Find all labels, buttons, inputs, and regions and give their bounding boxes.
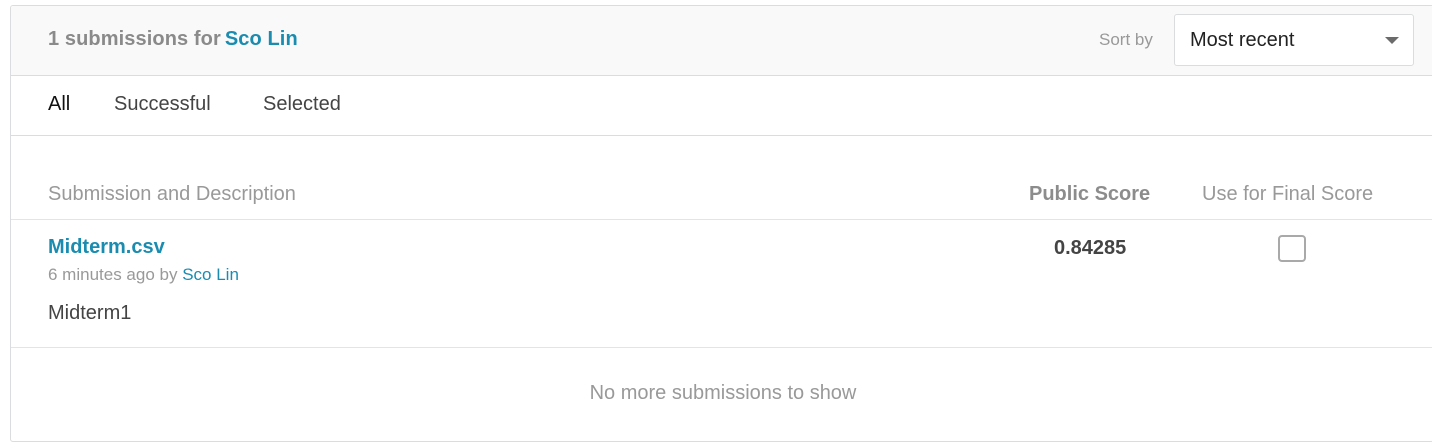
sort-label: Sort by xyxy=(1099,30,1153,49)
submission-time: 6 minutes ago by xyxy=(48,265,178,284)
submissions-panel: 1 submissions for Sco Lin Sort by Most re… xyxy=(10,5,1432,442)
sort-select-value: Most recent xyxy=(1190,29,1295,51)
tab-successful[interactable]: Successful xyxy=(114,93,211,116)
panel-header: 1 submissions for Sco Lin Sort by Most re… xyxy=(11,6,1432,76)
column-header-final-score: Use for Final Score xyxy=(1202,183,1374,205)
column-header-public-score: Public Score xyxy=(1029,183,1151,205)
header-user-link[interactable]: Sco Lin xyxy=(225,28,298,50)
submission-file-link[interactable]: Midterm.csv xyxy=(48,236,165,259)
no-more-submissions-message: No more submissions to show xyxy=(589,382,857,404)
column-header-submission: Submission and Description xyxy=(48,183,296,205)
chevron-down-icon xyxy=(1385,37,1399,44)
tab-selected[interactable]: Selected xyxy=(263,93,341,116)
submission-meta: 6 minutes ago by Sco Lin xyxy=(48,265,239,285)
use-for-final-checkbox[interactable] xyxy=(1278,235,1306,262)
submission-description: Midterm1 xyxy=(48,302,132,324)
submission-author-link[interactable]: Sco Lin xyxy=(182,265,239,284)
header-divider xyxy=(11,219,1432,220)
row-divider xyxy=(11,347,1432,348)
tab-all[interactable]: All xyxy=(48,93,70,116)
sort-select[interactable]: Most recent xyxy=(1174,14,1414,66)
submission-tabs: All Successful Selected xyxy=(11,76,1432,136)
public-score-value: 0.84285 xyxy=(1054,237,1127,259)
submissions-title: 1 submissions for Sco Lin xyxy=(48,28,298,51)
submissions-count-text: 1 submissions for xyxy=(48,28,221,50)
